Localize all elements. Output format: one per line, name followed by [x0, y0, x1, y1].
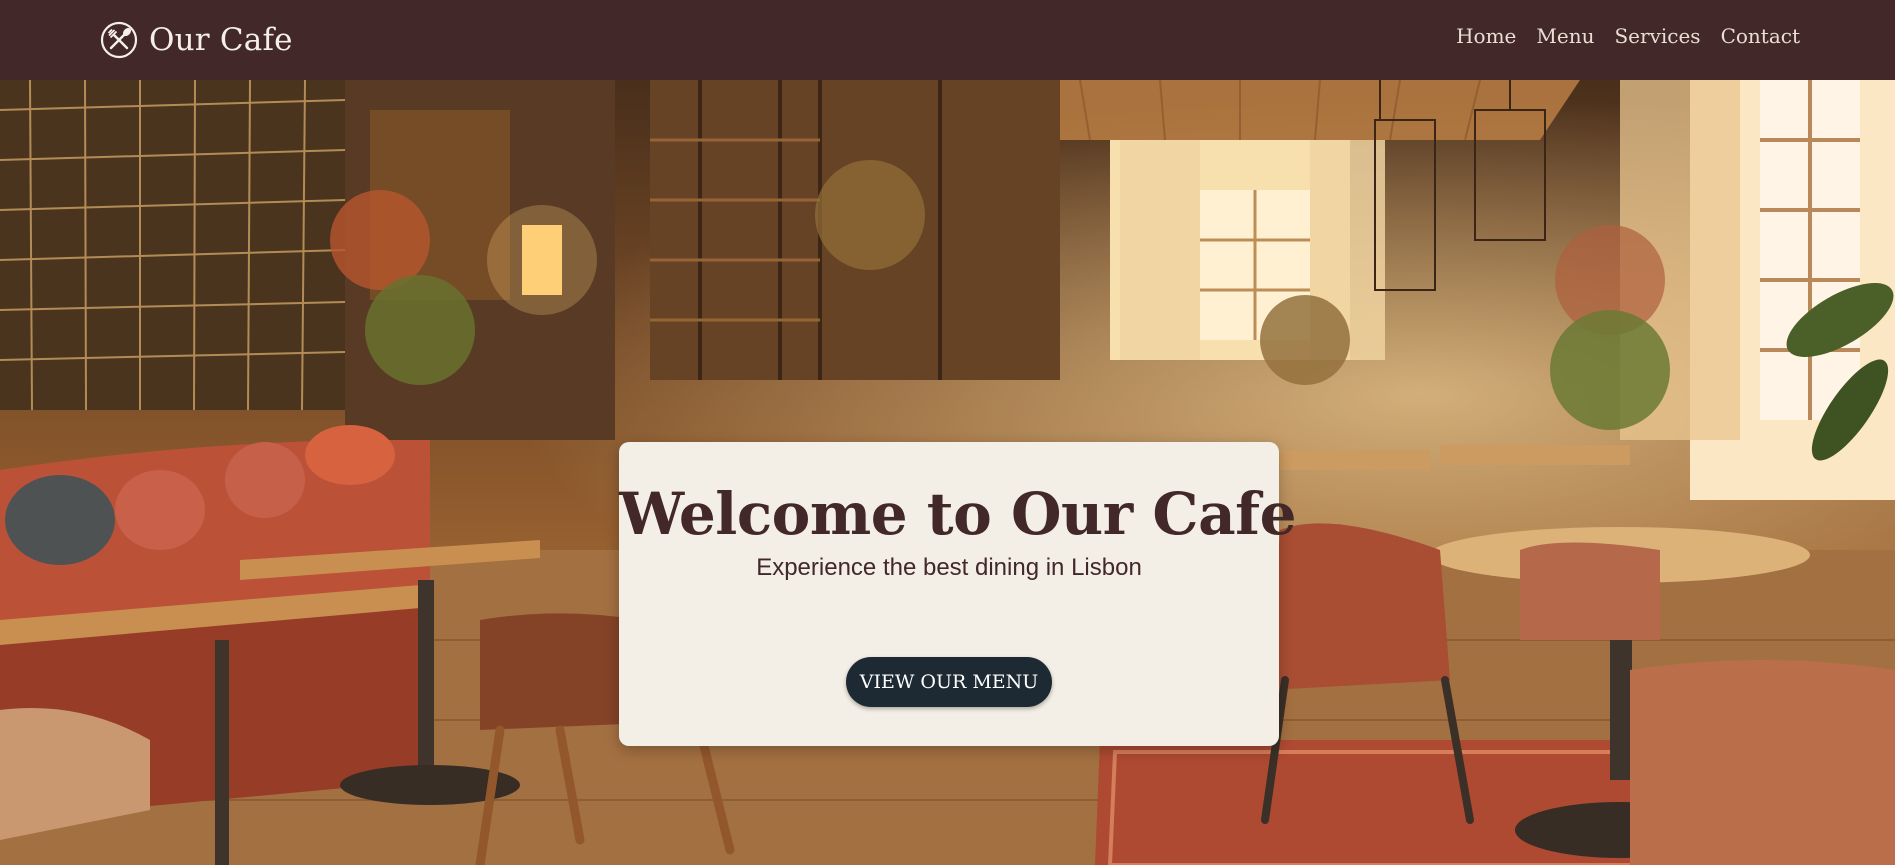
navbar: Our Cafe Home Menu Services Contact	[0, 0, 1895, 80]
nav-menu[interactable]: Menu	[1536, 24, 1594, 48]
nav-services[interactable]: Services	[1614, 24, 1700, 48]
hero-section: Welcome to Our Cafe Experience the best …	[0, 80, 1895, 865]
welcome-subtitle: Experience the best dining in Lisbon	[756, 554, 1142, 581]
brand-logo-link[interactable]: Our Cafe	[100, 20, 293, 60]
welcome-card: Welcome to Our Cafe Experience the best …	[619, 442, 1297, 746]
nav-contact[interactable]: Contact	[1721, 24, 1800, 48]
view-menu-button[interactable]: VIEW OUR MENU	[846, 657, 1052, 707]
welcome-title: Welcome to Our Cafe	[619, 480, 1297, 548]
brand-name: Our Cafe	[149, 22, 293, 58]
fork-spoon-icon	[100, 21, 138, 59]
nav-home[interactable]: Home	[1456, 24, 1516, 48]
main-nav: Home Menu Services Contact	[1456, 24, 1800, 48]
